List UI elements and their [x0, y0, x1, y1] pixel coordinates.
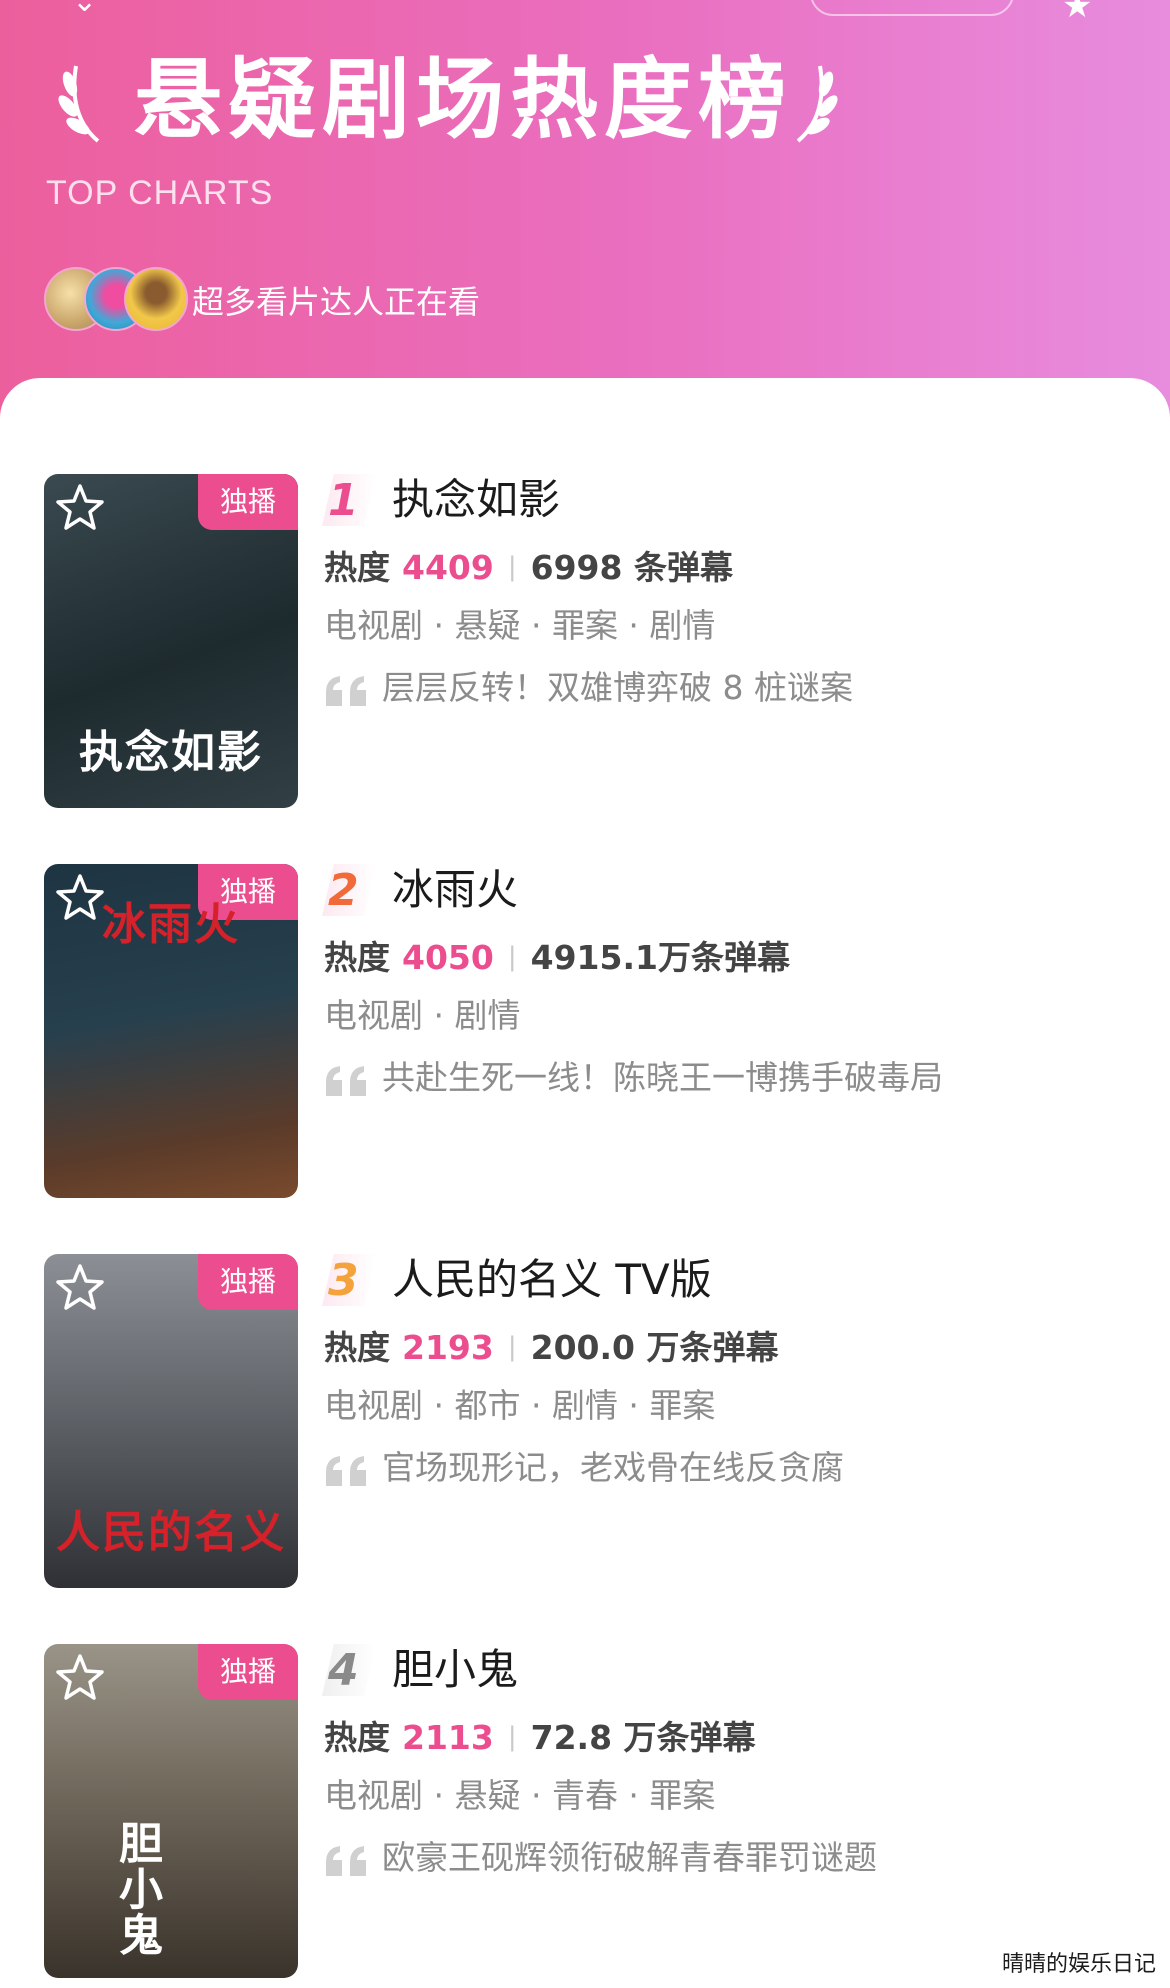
genre-tags: 电视剧 · 悬疑 · 青春 · 罪案	[324, 1776, 716, 1815]
heat-value: 2193	[402, 1328, 494, 1367]
danmaku-count: 200.0 万条弹幕	[530, 1328, 779, 1367]
heat-value: 4050	[402, 938, 494, 977]
exclusive-badge: 独播	[198, 474, 298, 530]
star-outline-icon[interactable]	[52, 1260, 108, 1316]
laurel-left-icon	[58, 65, 100, 143]
heat-label: 热度	[324, 938, 390, 977]
exclusive-badge: 独播	[198, 1644, 298, 1700]
poster-title-art: 人民的名义	[56, 1507, 286, 1558]
danmaku-count: 6998 条弹幕	[530, 548, 733, 587]
danmaku-count: 72.8 万条弹幕	[530, 1718, 756, 1757]
genre-tags: 电视剧 · 悬疑 · 罪案 · 剧情	[324, 606, 716, 645]
quote-icon	[326, 1066, 366, 1096]
quote-icon	[326, 1456, 366, 1486]
heat-stats: 热度 2113 | 72.8 万条弹幕	[324, 1716, 756, 1763]
list-item[interactable]: 独播 冰雨火 2 冰雨火 热度 4050 | 4915.1万条弹幕 电视剧 · 剧情 …	[0, 864, 1170, 1204]
genre-tags: 电视剧 · 剧情	[324, 996, 521, 1035]
favorite-star-icon[interactable]: ★	[1062, 0, 1092, 26]
list-item[interactable]: 独播 执念如影 1 执念如影 热度 4409 | 6998 条弹幕 电视剧 · 悬疑 …	[0, 474, 1170, 814]
tagline-text: 共赴生死一线！陈晓王一博携手破毒局	[382, 1058, 943, 1097]
rank-number: 2	[328, 865, 359, 916]
heat-stats: 热度 4050 | 4915.1万条弹幕	[324, 936, 790, 983]
divider: |	[507, 1722, 517, 1752]
heat-label: 热度	[324, 1718, 390, 1757]
star-outline-icon[interactable]	[52, 480, 108, 536]
heat-value: 4409	[402, 548, 494, 587]
quote-icon	[326, 676, 366, 706]
poster-image[interactable]: 独播 执念如影	[44, 474, 298, 808]
show-title[interactable]: 胆小鬼	[392, 1644, 518, 1696]
list-item[interactable]: 独播 人民的名义 3 人民的名义 TV版 热度 2193 | 200.0 万条弹幕 电…	[0, 1254, 1170, 1594]
show-title[interactable]: 执念如影	[392, 474, 560, 526]
chart-header: ⌄ ★ 悬疑剧场热度榜 TOP CHARTS 超多看片达人正在看	[0, 0, 1170, 420]
watermark: 晴晴的娱乐日记	[1001, 1952, 1156, 1977]
poster-title-art: 执念如影	[79, 727, 263, 778]
poster-image[interactable]: 独播 冰雨火	[44, 864, 298, 1198]
page-subtitle: TOP CHARTS	[46, 174, 274, 212]
heat-label: 热度	[324, 548, 390, 587]
top-search-pill[interactable]	[810, 0, 1014, 16]
tagline-text: 层层反转！双雄博弈破 8 桩谜案	[382, 668, 853, 707]
poster-image[interactable]: 独播 胆小鬼	[44, 1644, 298, 1978]
star-outline-icon[interactable]	[52, 1650, 108, 1706]
exclusive-badge: 独播	[198, 1254, 298, 1310]
back-chevron-icon[interactable]: ⌄	[72, 0, 97, 19]
tagline-text: 官场现形记，老戏骨在线反贪腐	[382, 1448, 844, 1487]
page-title: 悬疑剧场热度榜	[134, 48, 793, 151]
divider: |	[507, 1332, 517, 1362]
divider: |	[507, 942, 517, 972]
genre-tags: 电视剧 · 都市 · 剧情 · 罪案	[324, 1386, 716, 1425]
poster-title-art: 胆小鬼	[111, 1820, 162, 1958]
list-item[interactable]: 独播 胆小鬼 4 胆小鬼 热度 2113 | 72.8 万条弹幕 电视剧 · 悬疑 ·…	[0, 1644, 1170, 1984]
quote-icon	[326, 1846, 366, 1876]
rank-number: 1	[328, 475, 359, 526]
divider: |	[507, 552, 517, 582]
heat-label: 热度	[324, 1328, 390, 1367]
poster-image[interactable]: 独播 人民的名义	[44, 1254, 298, 1588]
ranking-list: 独播 执念如影 1 执念如影 热度 4409 | 6998 条弹幕 电视剧 · 悬疑 …	[0, 378, 1170, 1988]
show-title[interactable]: 冰雨火	[392, 864, 518, 916]
heat-stats: 热度 4409 | 6998 条弹幕	[324, 546, 733, 593]
danmaku-count: 4915.1万条弹幕	[530, 938, 790, 977]
rank-number: 3	[328, 1255, 359, 1306]
heat-stats: 热度 2193 | 200.0 万条弹幕	[324, 1326, 779, 1373]
viewers-text: 超多看片达人正在看	[192, 283, 481, 321]
show-title[interactable]: 人民的名义 TV版	[392, 1254, 712, 1306]
laurel-right-icon	[796, 65, 838, 143]
heat-value: 2113	[402, 1718, 494, 1757]
rank-number: 4	[328, 1645, 359, 1696]
tagline-text: 欧豪王砚辉领衔破解青春罪罚谜题	[382, 1838, 877, 1877]
avatar	[124, 267, 188, 331]
poster-title-art: 冰雨火	[102, 899, 240, 950]
